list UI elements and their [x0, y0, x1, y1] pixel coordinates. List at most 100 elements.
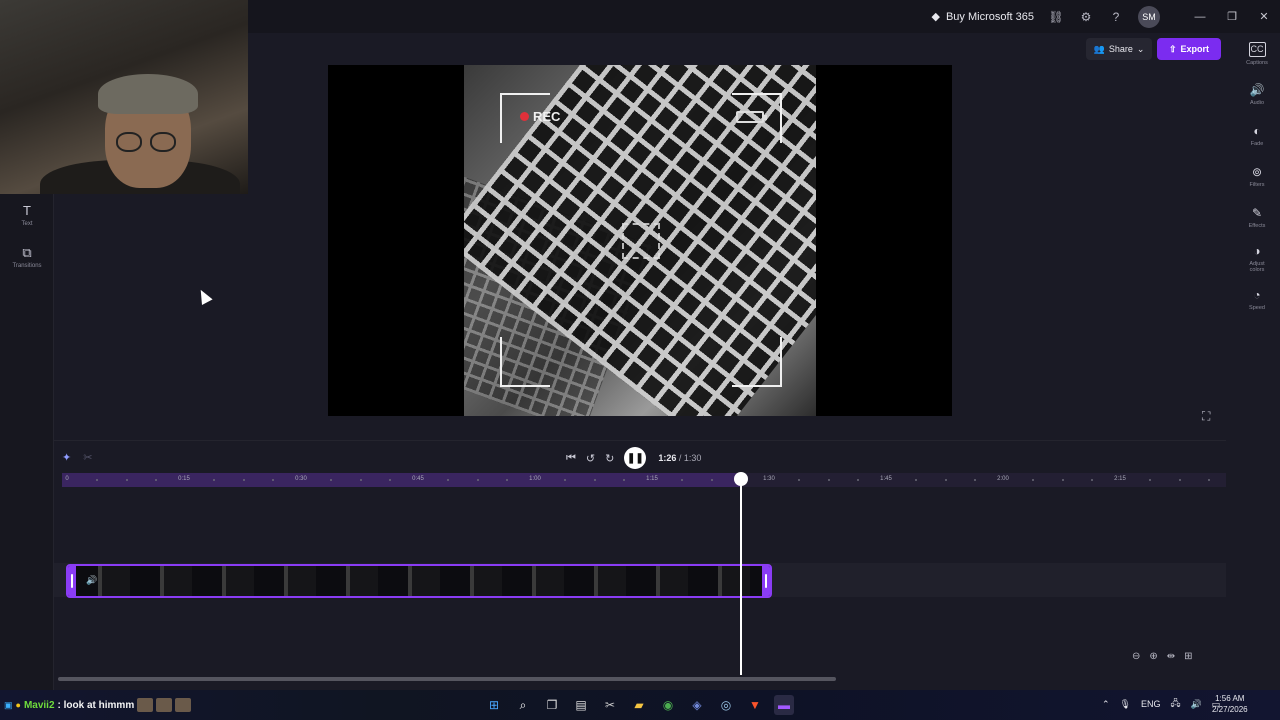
microphone-icon[interactable]: 🎙 — [1120, 699, 1131, 710]
avatar[interactable]: SM — [1138, 5, 1160, 28]
playhead-knob[interactable] — [734, 472, 749, 486]
volume-icon[interactable]: 🔊 — [1191, 699, 1202, 710]
audio-button[interactable]: 🔊 Audio — [1234, 74, 1280, 115]
zoom-out-icon[interactable]: ⊖ — [1132, 651, 1140, 662]
share-label: Share — [1108, 44, 1133, 54]
battery-icon — [736, 111, 767, 123]
ruler-tick-dot — [798, 479, 801, 481]
fade-icon: ◐ — [1253, 123, 1261, 138]
close-button[interactable]: ✕ — [1248, 0, 1280, 33]
link-icon[interactable]: ⛓ — [1048, 9, 1064, 25]
adjust-colors-button[interactable]: ◑ Adjust colors — [1234, 238, 1280, 279]
text-tool-button[interactable]: T Text — [0, 194, 54, 236]
chrome-icon[interactable]: ◉ — [658, 695, 678, 715]
clip-trim-handle-right[interactable] — [762, 566, 770, 596]
zoom-in-icon[interactable]: ⊕ — [1149, 651, 1157, 662]
filters-button[interactable]: ⊚ Filters — [1234, 156, 1280, 197]
audio-label: Audio — [1249, 99, 1265, 106]
adjust-colors-label: Adjust colors — [1249, 260, 1265, 273]
ruler-tick-dot — [505, 479, 508, 481]
magic-sparkle-icon[interactable]: ✦ — [62, 451, 71, 464]
speaker-icon: 🔊 — [1249, 82, 1265, 97]
transitions-tool-label: Transitions — [12, 262, 42, 269]
snipping-tool-icon[interactable]: ✂ — [600, 695, 620, 715]
transitions-tool-button[interactable]: ⧉ Transitions — [0, 236, 54, 278]
windows-taskbar: ▣ ● Mavii2 : look at himmm ⊞ ⌕ ❐ ▤ ✂ ▰ ◉… — [0, 690, 1280, 720]
chat-badge-icon-2: ● — [15, 700, 21, 710]
tray-chevron-up-icon[interactable]: ⌃ — [1102, 699, 1110, 710]
system-tray: ⌃ 🎙 ENG 🖧 🔊 ▭ — [1102, 696, 1220, 712]
clipchamp-icon[interactable]: ▬ — [774, 695, 794, 715]
clip-audio-icon[interactable]: 🔊 — [86, 575, 97, 586]
effects-button[interactable]: ✎ Effects — [1234, 197, 1280, 238]
fullscreen-icon[interactable]: ⛶ — [1202, 409, 1210, 424]
viewfinder-corner-br — [732, 337, 782, 387]
help-icon[interactable]: ? — [1108, 9, 1124, 25]
brave-icon[interactable]: ▼ — [745, 695, 765, 715]
rewind-5s-icon[interactable]: ↺ — [586, 452, 595, 465]
clock-date: 2/27/2026 — [1212, 705, 1248, 714]
pause-button[interactable]: ❚❚ — [624, 447, 647, 469]
steam-icon[interactable]: ◎ — [716, 695, 736, 715]
adjust-colors-icon: ◑ — [1253, 243, 1261, 258]
captions-icon: CC — [1248, 41, 1266, 57]
clip-trim-handle-left[interactable] — [68, 566, 76, 596]
export-button[interactable]: ⇧ Export — [1157, 38, 1221, 60]
taskbar-clock[interactable]: 1:56 AM 2/27/2026 — [1212, 693, 1248, 715]
language-indicator[interactable]: ENG — [1141, 699, 1161, 709]
maximize-button[interactable]: ❐ — [1216, 0, 1248, 33]
captions-label: Captions — [1246, 59, 1268, 66]
webcam-person-cap — [98, 74, 198, 114]
scissors-icon[interactable]: ✂ — [83, 451, 92, 464]
emote-icon — [175, 698, 192, 712]
horizontal-scrollbar[interactable] — [58, 677, 836, 681]
diamond-icon: ◆ — [931, 11, 940, 23]
ruler-tick-dot — [1207, 479, 1210, 481]
minimize-button[interactable]: — — [1184, 0, 1216, 33]
ruler-tick-label: 0:30 — [295, 476, 307, 482]
store-icon[interactable]: ▤ — [571, 695, 591, 715]
skip-to-start-icon[interactable]: ⏮ — [566, 452, 576, 465]
discord-icon[interactable]: ◈ — [687, 695, 707, 715]
share-button[interactable]: 👥 Share ⌄ — [1086, 38, 1152, 60]
timeline: ✦ ✂ ⏮ ↺ ↻ ❚❚ 1:26 / 1:30 0 0:15 0:30 0:45 1:… — [54, 440, 1226, 690]
playhead[interactable] — [740, 475, 743, 675]
ruler-tick-dot — [125, 479, 128, 481]
file-explorer-icon[interactable]: ▰ — [629, 695, 649, 715]
text-tool-label: Text — [21, 220, 33, 227]
settings-gear-icon[interactable]: ⚙ — [1078, 9, 1094, 25]
ruler-tick-dot — [1178, 479, 1181, 481]
chat-badge-icon: ▣ — [4, 699, 13, 710]
chat-message: : look at himmm — [57, 699, 135, 711]
expand-timeline-icon[interactable]: ⊞ — [1184, 651, 1192, 662]
ruler-tick-label: 1:15 — [646, 476, 658, 482]
forward-5s-icon[interactable]: ↻ — [605, 452, 614, 465]
ruler-tick-dot — [710, 479, 713, 481]
network-icon[interactable]: 🖧 — [1171, 696, 1181, 712]
people-icon: 👥 — [1093, 43, 1105, 54]
windows-start-icon[interactable]: ⊞ — [484, 695, 504, 715]
playback-controls: ⏮ ↺ ↻ ❚❚ 1:26 / 1:30 — [566, 447, 701, 469]
fade-button[interactable]: ◐ Fade — [1234, 115, 1280, 156]
ruler-tick-dot — [915, 479, 918, 481]
effects-wand-icon: ✎ — [1251, 205, 1263, 220]
fit-timeline-icon[interactable]: ⇹ — [1167, 651, 1175, 662]
captions-button[interactable]: CC Captions — [1234, 33, 1280, 74]
record-dot-icon — [520, 112, 529, 121]
rec-label: REC — [533, 109, 561, 124]
upload-icon: ⇧ — [1168, 43, 1177, 54]
ruler-tick-dot — [827, 479, 830, 481]
chevron-down-icon: ⌄ — [1136, 43, 1145, 54]
task-view-icon[interactable]: ❐ — [542, 695, 562, 715]
speed-button[interactable]: ◔ Speed — [1234, 279, 1280, 320]
taskbar-apps: ⊞ ⌕ ❐ ▤ ✂ ▰ ◉ ◈ ◎ ▼ ▬ — [484, 695, 794, 715]
search-icon[interactable]: ⌕ — [513, 695, 533, 715]
speed-label: Speed — [1249, 304, 1265, 311]
ruler-tick-dot — [622, 479, 625, 481]
video-preview[interactable]: REC — [328, 65, 952, 416]
buy-microsoft-365-button[interactable]: ◆ Buy Microsoft 365 — [931, 10, 1034, 24]
effects-label: Effects — [1248, 222, 1266, 229]
time-ruler[interactable]: 0 0:15 0:30 0:45 1:00 1:15 1:30 1:45 2:00 2:15 — [62, 473, 1226, 487]
video-clip[interactable]: 🔊 — [66, 564, 772, 598]
buy-microsoft-365-label: Buy Microsoft 365 — [945, 10, 1034, 23]
